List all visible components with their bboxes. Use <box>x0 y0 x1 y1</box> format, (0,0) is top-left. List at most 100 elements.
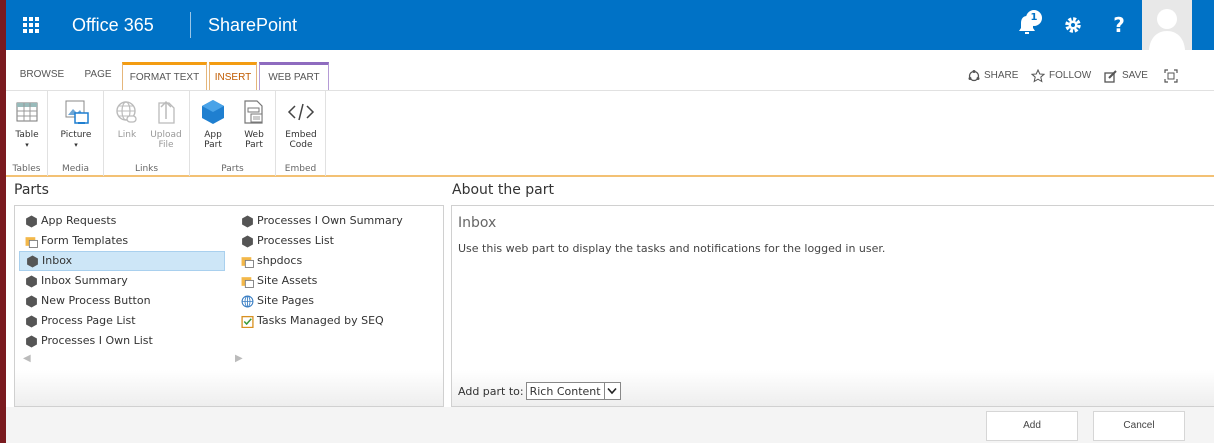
part-name: New Process Button <box>41 294 151 307</box>
embed-label-line2: Code <box>289 140 313 150</box>
focus-on-content-button[interactable] <box>1164 66 1178 86</box>
library-folder-icon <box>241 276 254 288</box>
tables-group-label: Tables <box>12 164 41 174</box>
tab-browse[interactable]: BROWSE <box>12 62 72 90</box>
picture-button[interactable]: Picture ▾ <box>56 97 96 150</box>
help-button[interactable]: ? <box>1096 0 1142 50</box>
web-part-label-line2: Part <box>245 140 263 150</box>
follow-label: FOLLOW <box>1049 70 1092 81</box>
star-icon <box>1031 69 1045 83</box>
part-description: Use this web part to display the tasks a… <box>458 242 886 255</box>
user-avatar[interactable] <box>1142 0 1192 50</box>
list-item[interactable]: Processes I Own Summary <box>235 211 445 231</box>
chevron-down-icon[interactable] <box>603 383 620 399</box>
library-folder-icon <box>25 236 38 248</box>
link-globe-icon <box>116 101 137 123</box>
list-item[interactable]: Tasks Managed by SEQ <box>235 311 445 331</box>
save-button[interactable]: SAVE <box>1104 66 1148 86</box>
parts-column-1: App Requests Form Templates Inbox Inbox … <box>19 211 225 351</box>
list-item[interactable]: Inbox Summary <box>19 271 225 291</box>
app-part-label-line1: App <box>204 130 222 140</box>
embed-label-line1: Embed <box>285 130 317 140</box>
list-item[interactable]: Form Templates <box>19 231 225 251</box>
app-part-hex-icon <box>242 215 253 227</box>
app-launcher-icon[interactable] <box>6 0 56 50</box>
ribbon-group-tables: Table ▾ Tables <box>6 91 48 176</box>
link-button[interactable]: Link <box>107 97 147 140</box>
ribbon-group-parts: App Part Web Part Parts <box>190 91 276 176</box>
about-part-box: Inbox Use this web part to display the t… <box>451 205 1214 407</box>
tab-web-part[interactable]: WEB PART <box>259 62 329 90</box>
add-part-to-label: Add part to: <box>458 384 524 398</box>
web-part-icon <box>244 100 263 124</box>
app-part-button[interactable]: App Part <box>193 97 233 150</box>
list-item[interactable]: shpdocs <box>235 251 445 271</box>
tab-insert[interactable]: INSERT <box>209 62 257 90</box>
upload-label-line2: File <box>158 140 174 150</box>
ribbon-body: Table ▾ Tables Picture ▾ Media Link Uplo… <box>6 90 1214 177</box>
part-name: Processes I Own Summary <box>257 214 403 227</box>
site-pages-icon <box>241 295 254 307</box>
gear-icon <box>1065 17 1081 33</box>
notifications-button[interactable]: 1 <box>1004 0 1050 50</box>
list-item[interactable]: Site Pages <box>235 291 445 311</box>
scroll-right-icon[interactable]: ▶ <box>235 353 243 364</box>
library-folder-icon <box>241 256 254 268</box>
person-icon <box>1142 0 1192 50</box>
cancel-button[interactable]: Cancel <box>1093 411 1185 441</box>
tab-page[interactable]: PAGE <box>76 62 120 90</box>
task-list-icon <box>241 315 254 328</box>
app-part-hex-icon <box>26 215 37 227</box>
focus-icon <box>1164 69 1178 83</box>
app-part-label-line2: Part <box>204 140 222 150</box>
notification-badge: 1 <box>1026 10 1042 26</box>
part-name: Tasks Managed by SEQ <box>257 314 384 327</box>
share-button[interactable]: SHARE <box>968 66 1018 86</box>
settings-button[interactable] <box>1050 0 1096 50</box>
about-title: About the part <box>452 182 554 198</box>
list-item[interactable]: Processes List <box>235 231 445 251</box>
upload-icon <box>158 100 175 124</box>
list-item-selected[interactable]: Inbox <box>19 251 225 271</box>
ribbon-group-media: Picture ▾ Media <box>48 91 104 176</box>
embed-code-button[interactable]: Embed Code <box>281 97 321 150</box>
part-name: App Requests <box>41 214 117 227</box>
dialog-footer: Add Cancel <box>6 407 1214 443</box>
follow-button[interactable]: FOLLOW <box>1031 66 1091 86</box>
table-icon <box>16 102 38 122</box>
media-group-label: Media <box>61 164 90 174</box>
add-button[interactable]: Add <box>986 411 1078 441</box>
list-item[interactable]: New Process Button <box>19 291 225 311</box>
part-name: Inbox Summary <box>41 274 128 287</box>
part-name: Processes List <box>257 234 334 247</box>
ribbon-group-embed: Embed Code Embed <box>276 91 326 176</box>
part-name: shpdocs <box>257 254 303 267</box>
web-part-button[interactable]: Web Part <box>234 97 274 150</box>
brand-separator <box>190 12 191 38</box>
app-part-hex-icon <box>26 275 37 287</box>
scroll-left-icon[interactable]: ◀ <box>23 353 31 364</box>
upload-file-button[interactable]: Upload File <box>146 97 186 150</box>
ribbon-tab-bar: BROWSE PAGE FORMAT TEXT INSERT WEB PART … <box>6 60 1214 90</box>
list-item[interactable]: App Requests <box>19 211 225 231</box>
part-name: Site Assets <box>257 274 318 287</box>
edit-save-icon <box>1104 70 1117 83</box>
app-part-hex-icon <box>242 235 253 247</box>
parts-group-label: Parts <box>221 164 244 174</box>
suite-bar: Office 365 SharePoint 1 ? <box>6 0 1214 50</box>
part-name: Site Pages <box>257 294 314 307</box>
app-name[interactable]: SharePoint <box>208 0 297 50</box>
add-part-to-select[interactable]: Rich Content <box>525 382 621 400</box>
parts-title: Parts <box>14 182 49 198</box>
office-365-brand[interactable]: Office 365 <box>72 0 154 50</box>
app-part-hex-icon <box>26 295 37 307</box>
table-button[interactable]: Table ▾ <box>7 97 47 150</box>
picture-label: Picture <box>60 130 92 140</box>
tab-format-text[interactable]: FORMAT TEXT <box>122 62 207 90</box>
list-item[interactable]: Processes I Own List <box>19 331 225 351</box>
list-item[interactable]: Process Page List <box>19 311 225 331</box>
share-icon <box>968 70 980 82</box>
list-item[interactable]: Site Assets <box>235 271 445 291</box>
part-name: Form Templates <box>41 234 129 247</box>
parts-column-2: Processes I Own Summary Processes List s… <box>235 211 445 331</box>
